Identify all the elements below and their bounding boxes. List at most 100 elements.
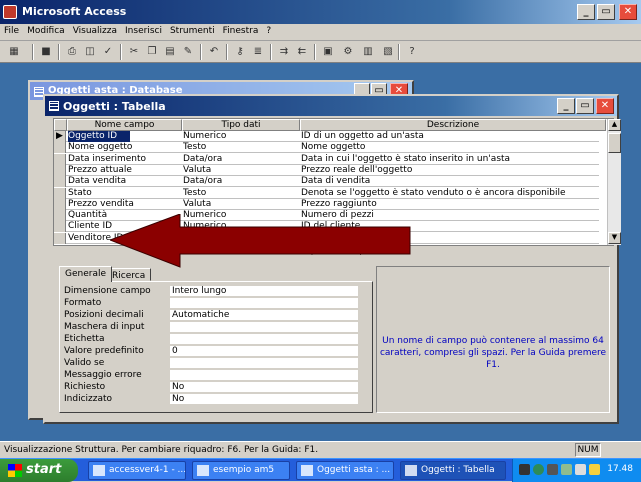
database-window-icon[interactable]: ▥ (360, 44, 376, 60)
row-selector[interactable] (54, 232, 66, 244)
scroll-thumb[interactable] (608, 133, 621, 153)
header-field-name[interactable]: Nome campo (67, 119, 182, 131)
tray-security-icon[interactable] (561, 464, 572, 475)
table-row[interactable]: Prezzo vendita Valuta Prezzo raggiunto (54, 198, 599, 210)
scroll-down-arrow-icon[interactable]: ▼ (608, 232, 621, 244)
tray-globe-icon[interactable] (533, 464, 544, 475)
current-row-pointer-icon[interactable]: ▶ (54, 131, 66, 142)
data-type-cell[interactable]: Testo (183, 142, 298, 153)
row-selector[interactable] (54, 164, 66, 176)
field-name-cell[interactable]: Oggetto ID (68, 131, 130, 142)
row-selector[interactable] (54, 176, 66, 188)
table-row[interactable]: Data inserimento Data/ora Data in cui l'og… (54, 153, 599, 165)
field-name-cell[interactable]: Nome oggetto (68, 142, 180, 153)
field-name-cell[interactable]: Prezzo vendita (68, 199, 180, 210)
description-cell[interactable]: Data in cui l'oggetto è stato inserito i… (301, 154, 606, 165)
description-cell[interactable]: Data di vendita (301, 176, 606, 187)
spelling-icon[interactable]: ✓ (100, 44, 116, 60)
tray-app-icon[interactable] (519, 464, 530, 475)
access-key-icon[interactable] (3, 5, 17, 19)
properties-icon[interactable]: ▣ (320, 44, 336, 60)
cut-icon[interactable]: ✂ (126, 44, 142, 60)
property-value-field[interactable]: 0 (170, 346, 358, 357)
taskbar-item-esempio[interactable]: esempio am5 (192, 461, 290, 480)
taskbar-item-oggetti-asta[interactable]: Oggetti asta : ... (296, 461, 394, 480)
menu-file[interactable]: File (0, 24, 23, 38)
insert-rows-icon[interactable]: ⇉ (276, 44, 292, 60)
copy-icon[interactable]: ❐ (144, 44, 160, 60)
table-maximize-button[interactable]: ▭ (576, 98, 594, 114)
tray-monitor-icon[interactable] (589, 464, 600, 475)
data-type-cell[interactable]: Data/ora (183, 176, 298, 187)
undo-icon[interactable]: ↶ (206, 44, 222, 60)
minimize-button[interactable]: _ (577, 4, 595, 20)
menu-visualizza[interactable]: Visualizza (69, 24, 121, 38)
menu-modifica[interactable]: Modifica (23, 24, 69, 38)
property-value-field[interactable] (170, 298, 358, 309)
description-cell[interactable]: Denota se l'oggetto è stato venduto o è … (301, 188, 606, 199)
table-row[interactable]: Nome oggetto Testo Nome oggetto (54, 142, 599, 154)
property-value-field[interactable] (170, 322, 358, 333)
table-row[interactable]: Prezzo attuale Valuta Prezzo reale dell'og… (54, 164, 599, 176)
field-name-cell[interactable]: Stato (68, 188, 180, 199)
delete-rows-icon[interactable]: ⇇ (294, 44, 310, 60)
taskbar-item-oggetti-tabella[interactable]: Oggetti : Tabella (400, 461, 506, 480)
row-selector[interactable] (54, 153, 66, 165)
header-data-type[interactable]: Tipo dati (182, 119, 300, 131)
menu-help[interactable]: ? (262, 24, 275, 38)
table-row[interactable]: ▶ Oggetto ID Numerico ID di un oggetto ad u… (54, 131, 599, 142)
print-icon[interactable]: ⎙ (64, 44, 80, 60)
row-selector[interactable] (54, 187, 66, 199)
tray-volume-icon[interactable] (575, 464, 586, 475)
property-value-field[interactable]: No (170, 394, 358, 405)
field-name-cell[interactable]: Data inserimento (68, 154, 180, 165)
property-value-field[interactable]: Automatiche (170, 310, 358, 321)
field-name-cell[interactable]: Prezzo attuale (68, 165, 180, 176)
description-cell[interactable]: Nome oggetto (301, 142, 606, 153)
tab-generale[interactable]: Generale (59, 266, 113, 282)
property-value-field[interactable]: Intero lungo (170, 286, 358, 297)
help-icon[interactable]: ? (404, 44, 420, 60)
row-selector[interactable] (54, 198, 66, 210)
tab-ricerca[interactable]: Ricerca (106, 268, 152, 281)
scroll-up-arrow-icon[interactable]: ▲ (608, 119, 621, 131)
table-window-title-bar[interactable]: Oggetti : Tabella _ ▭ ✕ (45, 96, 617, 116)
menu-finestra[interactable]: Finestra (219, 24, 263, 38)
table-close-button[interactable]: ✕ (596, 98, 614, 114)
description-cell[interactable]: ID di un oggetto ad un'asta (301, 131, 606, 142)
format-painter-icon[interactable]: ✎ (180, 44, 196, 60)
description-cell[interactable]: Prezzo raggiunto (301, 199, 606, 210)
start-button[interactable]: start (0, 459, 78, 482)
paste-icon[interactable]: ▤ (162, 44, 178, 60)
save-icon[interactable]: ■ (38, 44, 54, 60)
data-type-cell[interactable]: Data/ora (183, 154, 298, 165)
property-value-field[interactable]: No (170, 382, 358, 393)
description-cell[interactable]: Prezzo reale dell'oggetto (301, 165, 606, 176)
property-value-field[interactable] (170, 370, 358, 381)
grid-vertical-scrollbar[interactable]: ▲ ▼ (607, 119, 621, 245)
maximize-button[interactable]: ▭ (597, 4, 615, 20)
view-icon[interactable]: ▦ (6, 44, 22, 60)
menu-inserisci[interactable]: Inserisci (121, 24, 166, 38)
property-value-field[interactable] (170, 334, 358, 345)
data-type-cell[interactable]: Testo (183, 188, 298, 199)
field-name-cell[interactable]: Data vendita (68, 176, 180, 187)
header-description[interactable]: Descrizione (300, 119, 606, 131)
row-selector[interactable] (54, 221, 66, 233)
tray-network-icon[interactable] (547, 464, 558, 475)
new-object-icon[interactable]: ▧ (380, 44, 396, 60)
build-icon[interactable]: ⚙ (340, 44, 356, 60)
property-value-field[interactable] (170, 358, 358, 369)
print-preview-icon[interactable]: ◫ (82, 44, 98, 60)
taskbar-item-accessver[interactable]: accessver4-1 - ... (88, 461, 186, 480)
table-minimize-button[interactable]: _ (557, 98, 575, 114)
primary-key-icon[interactable]: ⚷ (232, 44, 248, 60)
indexes-icon[interactable]: ≣ (250, 44, 266, 60)
table-row[interactable]: Stato Testo Denota se l'oggetto è stato ve… (54, 187, 599, 199)
close-button[interactable]: ✕ (619, 4, 637, 20)
menu-strumenti[interactable]: Strumenti (166, 24, 219, 38)
data-type-cell[interactable]: Valuta (183, 165, 298, 176)
data-type-cell[interactable]: Valuta (183, 199, 298, 210)
data-type-cell[interactable]: Numerico (183, 131, 298, 142)
row-selector[interactable] (54, 210, 66, 222)
